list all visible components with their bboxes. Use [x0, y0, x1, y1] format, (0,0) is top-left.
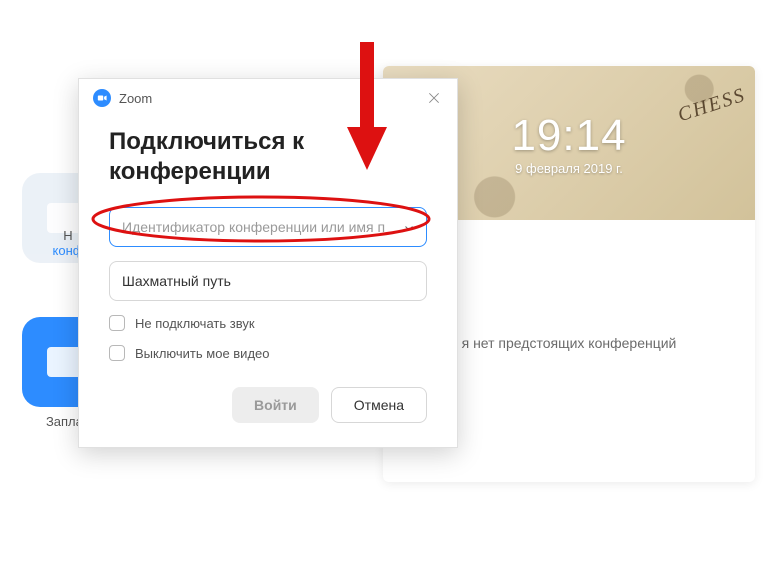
checkbox-label: Не подключать звук [135, 316, 255, 331]
cancel-button[interactable]: Отмена [331, 387, 427, 423]
no-video-checkbox[interactable]: Выключить мое видео [109, 345, 427, 361]
checkbox-icon [109, 315, 125, 331]
close-icon [427, 91, 441, 105]
meeting-id-input[interactable]: Идентификатор конференции или имя п [109, 207, 427, 247]
checkbox-label: Выключить мое видео [135, 346, 270, 361]
clock-time: 19:14 [511, 111, 626, 161]
clock-date: 9 февраля 2019 г. [515, 161, 623, 176]
dialog-titlebar: Zoom [79, 79, 457, 117]
join-button[interactable]: Войти [232, 387, 319, 423]
chevron-down-icon[interactable] [403, 221, 415, 239]
join-meeting-dialog: Zoom Подключиться к конференции Идентифи… [78, 78, 458, 448]
annotation-arrow [347, 42, 387, 177]
checkbox-icon [109, 345, 125, 361]
close-button[interactable] [425, 89, 443, 107]
zoom-logo-icon [93, 89, 111, 107]
no-audio-checkbox[interactable]: Не подключать звук [109, 315, 427, 331]
hero-decor-text: CHESS [675, 84, 749, 128]
display-name-input[interactable] [109, 261, 427, 301]
